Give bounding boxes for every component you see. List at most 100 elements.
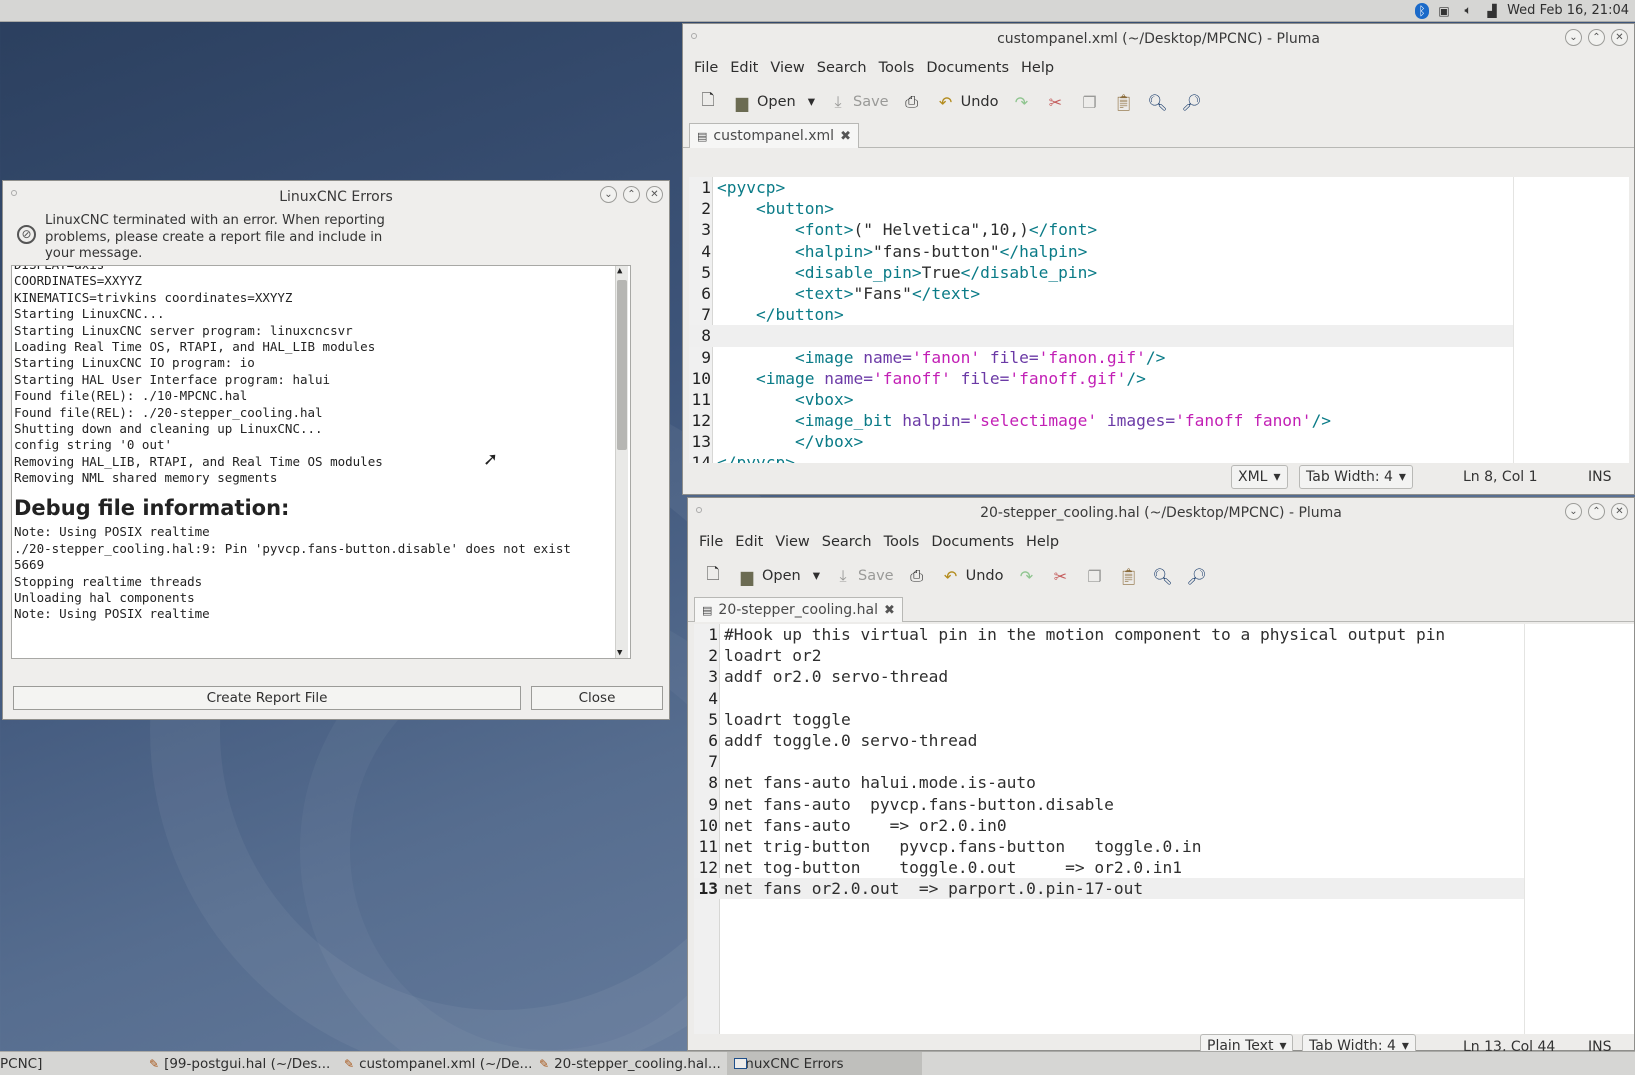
volume-icon[interactable]: 🔈︎	[1459, 3, 1477, 19]
cut-button[interactable]: ✂	[1046, 561, 1076, 591]
network-icon[interactable]: ▣	[1435, 3, 1453, 19]
scroll-down-icon[interactable]: ▼	[617, 648, 622, 658]
menu-documents[interactable]: Documents	[920, 60, 1015, 76]
menu-edit[interactable]: Edit	[724, 60, 764, 76]
menu-help[interactable]: Help	[1015, 60, 1060, 76]
close-button[interactable]: ✕	[1611, 503, 1628, 520]
code-line[interactable]: 11 <vbox>	[689, 389, 1513, 410]
close-button[interactable]: ✕	[646, 186, 663, 203]
menu-view[interactable]: View	[764, 60, 810, 76]
code-line[interactable]: 11 net trig-button pyvcp.fans-button togg…	[694, 836, 1524, 857]
code-line[interactable]: 6 <text>"Fans"</text>	[689, 283, 1513, 304]
minimize-button[interactable]: ⌄	[1565, 503, 1582, 520]
maximize-button[interactable]: ⌃	[1588, 29, 1605, 46]
code-line[interactable]: 6 addf toggle.0 servo-thread	[694, 730, 1524, 751]
code-line[interactable]: 7 </button>	[689, 304, 1513, 325]
open-button[interactable]: ▆ Open	[727, 87, 800, 117]
close-dialog-button[interactable]: Close	[531, 686, 663, 710]
code-line[interactable]: 1 <pyvcp>	[689, 177, 1513, 198]
redo-button[interactable]: ↷	[1007, 87, 1037, 117]
copy-button[interactable]: ❐	[1080, 561, 1110, 591]
save-button[interactable]: ⤓ Save	[828, 561, 898, 591]
tab-custompanel[interactable]: ▤ custompanel.xml ✖	[689, 123, 859, 148]
code-line[interactable]: 8 net fans-auto halui.mode.is-auto	[694, 772, 1524, 793]
code-line[interactable]: 2 loadrt or2	[694, 645, 1524, 666]
menu-tools[interactable]: Tools	[878, 534, 926, 550]
menu-documents[interactable]: Documents	[925, 534, 1020, 550]
undo-button[interactable]: ↶ Undo	[931, 87, 1003, 117]
menu-edit[interactable]: Edit	[729, 534, 769, 550]
code-line[interactable]: 9 <image name='fanon' file='fanon.gif'/>	[689, 347, 1513, 368]
tab-cooling[interactable]: ▤ 20-stepper_cooling.hal ✖	[694, 597, 903, 622]
menu-search[interactable]: Search	[811, 60, 873, 76]
code-line[interactable]: 12 net tog-button toggle.0.out => or2.0.i…	[694, 857, 1524, 878]
replace-button[interactable]: 🔎︎	[1177, 87, 1207, 117]
open-dropdown-button[interactable]: ▾	[804, 87, 819, 117]
task-item-pcnc[interactable]: PCNC]	[0, 1052, 142, 1075]
code-line[interactable]: 7	[694, 751, 1524, 772]
code-line[interactable]: 10 <image name='fanoff' file='fanoff.gif…	[689, 368, 1513, 389]
code-line[interactable]: 3 <font>(" Helvetica",10,)</font>	[689, 219, 1513, 240]
maximize-button[interactable]: ⌃	[623, 186, 640, 203]
clock[interactable]: Wed Feb 16, 21:04	[1507, 3, 1629, 18]
minimize-button[interactable]: ⌄	[1565, 29, 1582, 46]
save-button[interactable]: ⤓ Save	[823, 87, 893, 117]
print-button[interactable]: ⎙	[902, 561, 932, 591]
close-tab-icon[interactable]: ✖	[884, 603, 895, 618]
code-line[interactable]: 5 loadrt toggle	[694, 709, 1524, 730]
paste-button[interactable]: 📋︎	[1109, 87, 1139, 117]
maximize-button[interactable]: ⌃	[1588, 503, 1605, 520]
dialog-titlebar[interactable]: LinuxCNC Errors ⌄ ⌃ ✕	[3, 181, 669, 213]
window-titlebar[interactable]: custompanel.xml (~/Desktop/MPCNC) - Plum…	[683, 24, 1634, 54]
task-item-cooling[interactable]: ✎ 20-stepper_cooling.hal...	[532, 1052, 727, 1075]
new-button[interactable]: 🗋	[698, 561, 728, 591]
cut-button[interactable]: ✂	[1041, 87, 1071, 117]
code-line[interactable]: 1 #Hook up this virtual pin in the motion…	[694, 624, 1524, 645]
replace-button[interactable]: 🔎︎	[1182, 561, 1212, 591]
redo-button[interactable]: ↷	[1012, 561, 1042, 591]
code-line[interactable]: 4 <halpin>"fans-button"</halpin>	[689, 241, 1513, 262]
menu-file[interactable]: File	[693, 534, 729, 550]
new-button[interactable]: 🗋	[693, 87, 723, 117]
tab-width-selector[interactable]: Tab Width: 4 ▾	[1299, 465, 1413, 489]
code-line[interactable]: 10 net fans-auto => or2.0.in0	[694, 815, 1524, 836]
find-button[interactable]: 🔍︎	[1143, 87, 1173, 117]
language-selector[interactable]: Plain Text ▾	[1200, 1034, 1294, 1052]
code-editor[interactable]: 1 <pyvcp> 2 <button> 3 <font>(" Helvetica",…	[689, 177, 1513, 463]
open-dropdown-button[interactable]: ▾	[809, 561, 824, 591]
close-tab-icon[interactable]: ✖	[840, 129, 851, 144]
task-item-postgui[interactable]: ✎ [99-postgui.hal (~/Des...	[142, 1052, 337, 1075]
code-line[interactable]: 14 </pyvcp>	[689, 452, 1513, 463]
open-button[interactable]: ▆ Open	[732, 561, 805, 591]
tab-width-selector[interactable]: Tab Width: 4 ▾	[1302, 1034, 1416, 1052]
log-scrollbar[interactable]: ▲ ▼	[615, 266, 628, 658]
menu-view[interactable]: View	[769, 534, 815, 550]
editor-scroll-area[interactable]	[1513, 177, 1629, 463]
create-report-button[interactable]: Create Report File	[13, 686, 521, 710]
close-button[interactable]: ✕	[1611, 29, 1628, 46]
signal-icon[interactable]: ▟	[1483, 3, 1501, 19]
copy-button[interactable]: ❐	[1075, 87, 1105, 117]
code-line[interactable]: 8	[689, 325, 1513, 347]
task-item-custompanel[interactable]: ✎ custompanel.xml (~/De...	[337, 1052, 532, 1075]
code-line[interactable]: 5 <disable_pin>True</disable_pin>	[689, 262, 1513, 283]
code-line[interactable]: 3 addf or2.0 servo-thread	[694, 666, 1524, 687]
code-line[interactable]: 4	[694, 688, 1524, 709]
scrollbar-thumb[interactable]	[617, 280, 627, 450]
find-button[interactable]: 🔍︎	[1148, 561, 1178, 591]
menu-help[interactable]: Help	[1020, 534, 1065, 550]
task-item-linuxcnc-errors[interactable]: LinuxCNC Errors	[727, 1052, 922, 1075]
code-line[interactable]: 13 net fans or2.0.out => parport.0.pin-17…	[694, 878, 1524, 900]
language-selector[interactable]: XML ▾	[1231, 465, 1288, 489]
error-log[interactable]: DISPLAY=axisCOORDINATES=XXYYZKINEMATICS=…	[11, 265, 631, 659]
undo-button[interactable]: ↶ Undo	[936, 561, 1008, 591]
paste-button[interactable]: 📋︎	[1114, 561, 1144, 591]
menu-file[interactable]: File	[688, 60, 724, 76]
code-line[interactable]: 2 <button>	[689, 198, 1513, 219]
code-line[interactable]: 9 net fans-auto pyvcp.fans-button.disable	[694, 794, 1524, 815]
editor-scroll-area[interactable]	[1524, 624, 1634, 1034]
minimize-button[interactable]: ⌄	[600, 186, 617, 203]
menu-tools[interactable]: Tools	[873, 60, 921, 76]
window-titlebar[interactable]: 20-stepper_cooling.hal (~/Desktop/MPCNC)…	[688, 498, 1634, 528]
code-line[interactable]: 12 <image_bit halpin='selectimage' image…	[689, 410, 1513, 431]
